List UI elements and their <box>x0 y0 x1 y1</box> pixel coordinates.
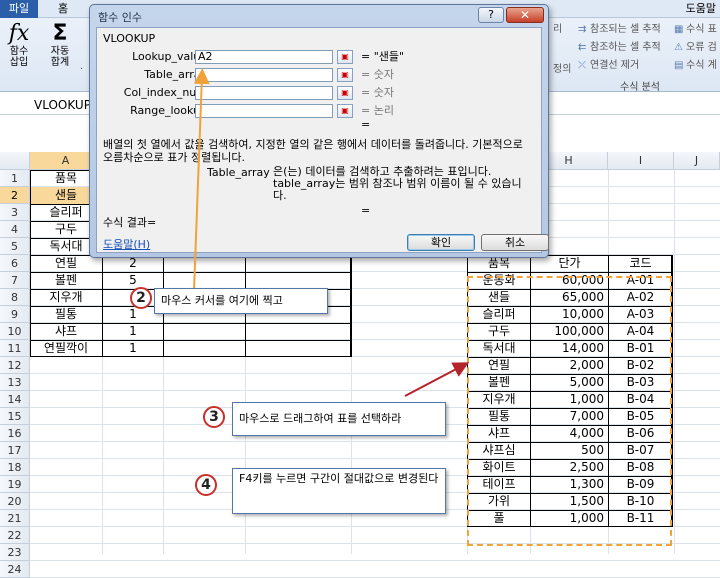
step-4-badge: 4 <box>195 474 217 496</box>
drag-arrow <box>404 362 470 397</box>
pointer-arrow <box>193 68 210 291</box>
row-header[interactable]: 24 <box>0 561 30 578</box>
step-4-callout: F4키를 누르면 구간이 절대값으로 변경된다 <box>232 468 446 514</box>
step-2-badge: 2 <box>130 287 152 309</box>
gridline <box>30 560 720 561</box>
step-3-badge: 3 <box>203 406 225 428</box>
step-3-callout: 마우스로 드래그하여 표를 선택하라 <box>232 402 446 436</box>
step-2-callout: 마우스 커서를 여기에 찍고 <box>154 288 328 314</box>
